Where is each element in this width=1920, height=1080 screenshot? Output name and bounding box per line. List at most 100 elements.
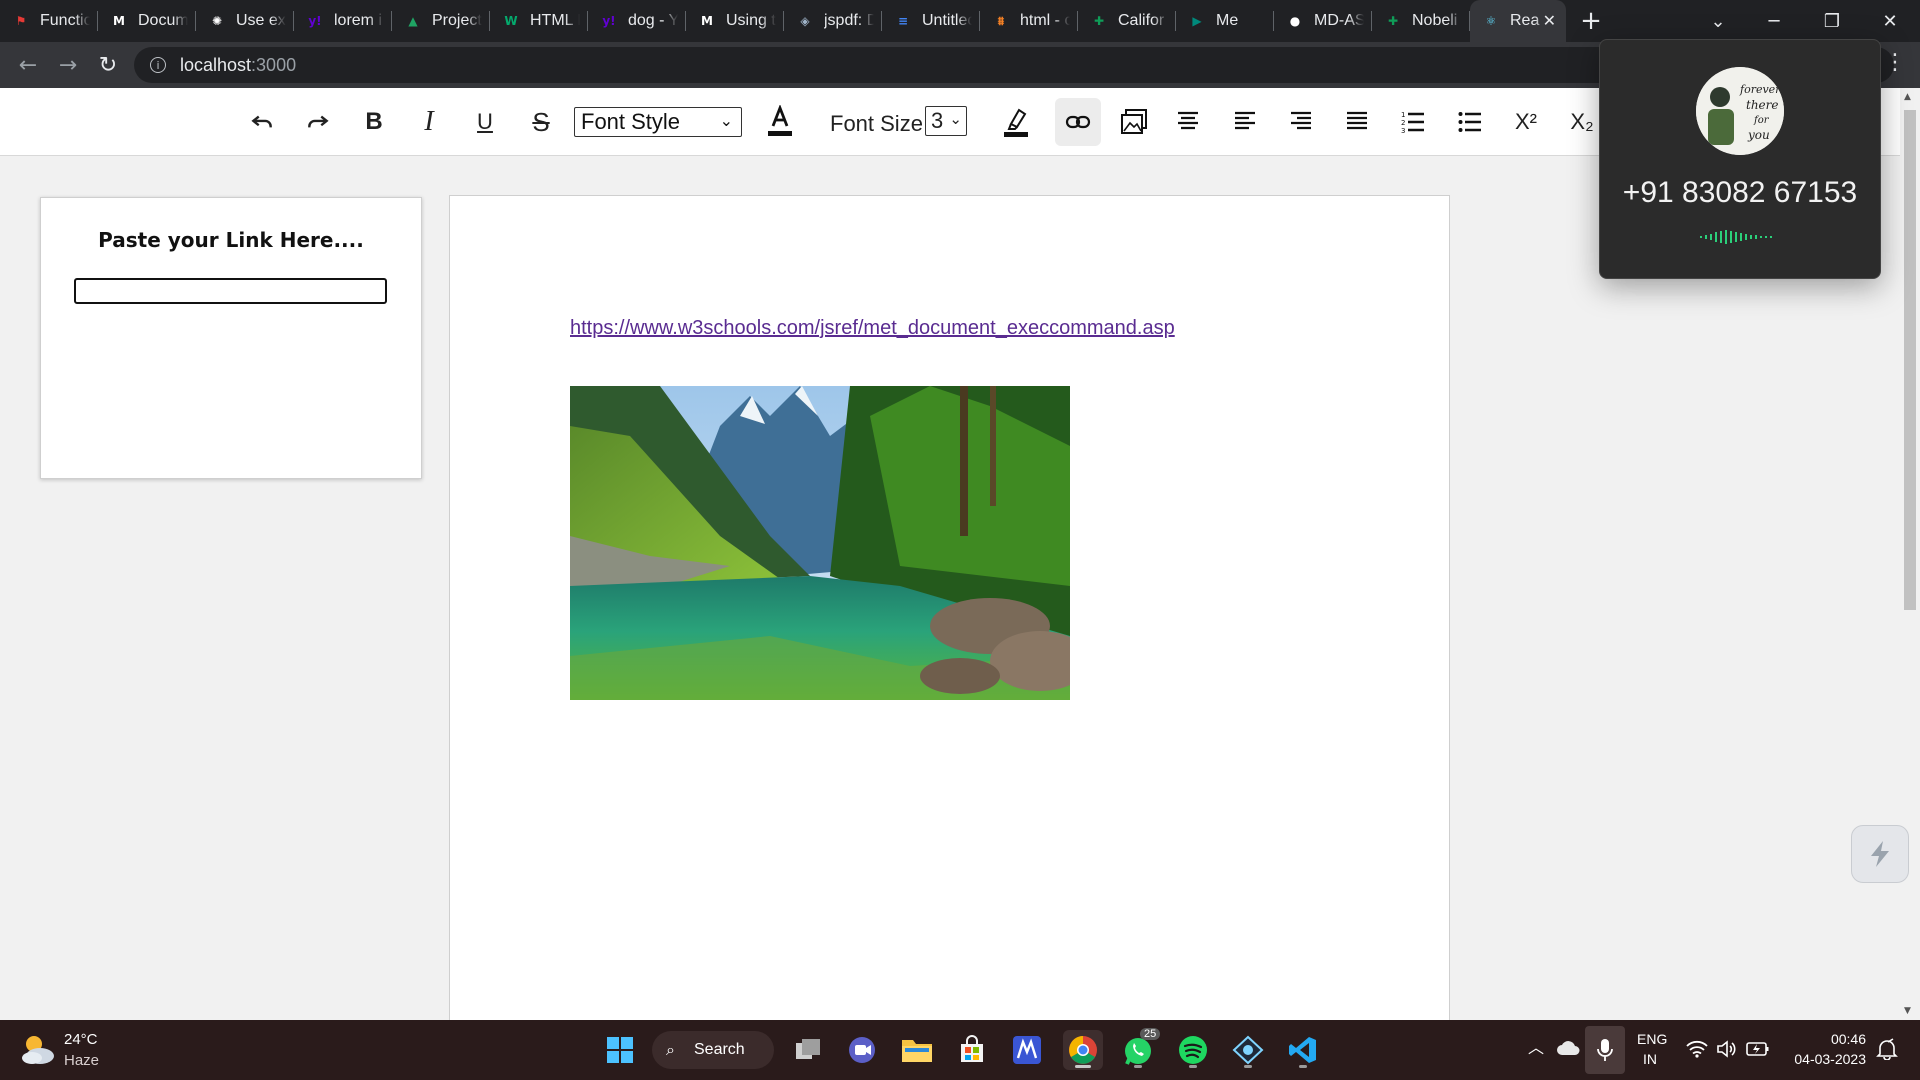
tab[interactable]: ▲ Project <box>392 0 490 42</box>
search-icon: ⌕ <box>666 1040 675 1059</box>
language-indicator[interactable]: ENG <box>1637 1031 1667 1047</box>
avatar-text-1: forever <box>1739 83 1781 96</box>
chevron-down-icon: ⌄ <box>719 111 733 130</box>
superscript-button[interactable]: X² <box>1510 98 1542 146</box>
tab[interactable]: ✺ Use exe <box>196 0 294 42</box>
align-center-button[interactable] <box>1172 98 1204 146</box>
tab-active[interactable]: ⚛ Rea ✕ <box>1470 0 1566 42</box>
tab[interactable]: ⚑ Functio <box>0 0 98 42</box>
yahoo-icon: y! <box>308 14 322 28</box>
close-tab-icon[interactable]: ✕ <box>1543 11 1556 30</box>
microphone-in-use-button[interactable] <box>1585 1026 1625 1074</box>
tab[interactable]: ✚ Nobeli <box>1372 0 1470 42</box>
spotify-button[interactable] <box>1173 1030 1213 1070</box>
browser-menu-icon[interactable]: ⋮ <box>1884 50 1906 75</box>
link-input[interactable] <box>74 278 387 304</box>
floating-action-button[interactable] <box>1851 825 1909 883</box>
tab-title: Project <box>432 12 482 29</box>
vscode-icon <box>1289 1037 1316 1063</box>
tab[interactable]: ⩩ html - c <box>980 0 1078 42</box>
eye-app-icon <box>1232 1035 1264 1065</box>
tab-title: Functio <box>40 12 90 29</box>
new-tab-plus-icon[interactable]: + <box>1566 0 1616 42</box>
task-view-icon <box>796 1039 820 1059</box>
unordered-list-button[interactable] <box>1454 98 1486 146</box>
clock-time[interactable]: 00:46 <box>1790 1031 1866 1047</box>
scroll-down-icon[interactable]: ▼ <box>1904 1006 1911 1016</box>
undo-button[interactable] <box>244 98 280 146</box>
tab-title: lorem i <box>334 12 383 29</box>
file-explorer-button[interactable] <box>897 1030 937 1070</box>
clock-date[interactable]: 04-03-2023 <box>1788 1051 1866 1067</box>
tab[interactable]: ✚ Califor <box>1078 0 1176 42</box>
show-hidden-icons-chevron-up-icon[interactable]: ︿ <box>1528 1034 1544 1058</box>
call-overlay[interactable]: forever there for you +91 83082 67153 <box>1599 39 1881 279</box>
microsoft-store-button[interactable] <box>952 1030 992 1070</box>
forward-arrow-icon[interactable]: → <box>48 45 88 85</box>
tab-search-chevron-icon[interactable]: ⌄ <box>1690 0 1746 42</box>
subscript-button[interactable]: X₂ <box>1566 98 1598 146</box>
tab[interactable]: ◈ jspdf: D <box>784 0 882 42</box>
tab[interactable]: M Docum <box>98 0 196 42</box>
font-size-select[interactable]: 3 ⌄ <box>925 106 967 136</box>
task-view-button[interactable] <box>788 1030 828 1070</box>
shield-icon: ◈ <box>800 14 810 28</box>
redo-icon <box>308 115 329 128</box>
chrome-button[interactable] <box>1063 1030 1103 1070</box>
tab-title: Untitlec <box>922 12 972 29</box>
align-right-button[interactable] <box>1285 98 1317 146</box>
tab[interactable]: y! dog - Y <box>588 0 686 42</box>
volume-icon[interactable] <box>1716 1040 1738 1058</box>
svg-text:2: 2 <box>1401 119 1405 127</box>
tab[interactable]: ≡ Untitlec <box>882 0 980 42</box>
onedrive-cloud-icon[interactable] <box>1556 1040 1580 1056</box>
teams-chat-button[interactable] <box>842 1030 882 1070</box>
justify-button[interactable] <box>1341 98 1373 146</box>
highlight-button[interactable] <box>1000 98 1032 146</box>
weather-icon[interactable] <box>18 1032 56 1066</box>
document-link[interactable]: https://www.w3schools.com/jsref/met_docu… <box>570 317 1175 340</box>
tab[interactable]: ● MD-AS <box>1274 0 1372 42</box>
editor-document[interactable]: https://www.w3schools.com/jsref/met_docu… <box>449 195 1450 1035</box>
svg-text:3: 3 <box>1401 127 1405 134</box>
ordered-list-button[interactable]: 123 <box>1397 98 1429 146</box>
reload-icon[interactable]: ↻ <box>88 45 128 85</box>
google-docs-icon: ≡ <box>897 14 909 28</box>
redo-button[interactable] <box>300 98 336 146</box>
medium-icon: M <box>701 14 713 28</box>
notification-bell-icon[interactable] <box>1876 1038 1898 1060</box>
battery-charging-icon[interactable] <box>1746 1041 1770 1057</box>
running-indicator <box>1189 1065 1197 1068</box>
align-left-button[interactable] <box>1229 98 1261 146</box>
avatar-text-3: for <box>1753 115 1770 126</box>
site-info-icon[interactable]: i <box>150 57 166 73</box>
strikethrough-button[interactable]: S <box>523 98 559 146</box>
tab[interactable]: y! lorem i <box>294 0 392 42</box>
whatsapp-button[interactable]: 25 <box>1118 1028 1161 1070</box>
font-style-value: Font Style <box>581 109 681 134</box>
tab[interactable]: ▶ Me <box>1176 0 1274 42</box>
app-launcher-button[interactable] <box>1007 1030 1047 1070</box>
wifi-icon[interactable] <box>1686 1040 1708 1058</box>
minimize-icon[interactable]: ─ <box>1746 0 1802 42</box>
font-style-select[interactable]: Font Style ⌄ <box>574 107 742 137</box>
tab[interactable]: M Using tl <box>686 0 784 42</box>
close-window-icon[interactable]: ✕ <box>1862 0 1918 42</box>
vscode-button[interactable] <box>1283 1030 1323 1070</box>
align-right-icon <box>1291 111 1311 130</box>
back-arrow-icon[interactable]: ← <box>8 45 48 85</box>
start-button[interactable] <box>600 1030 640 1070</box>
text-color-button[interactable] <box>762 98 798 146</box>
tab[interactable]: W HTML D <box>490 0 588 42</box>
restore-icon[interactable]: ❐ <box>1804 0 1860 42</box>
taskbar-search[interactable]: ⌕ Search <box>652 1031 774 1069</box>
running-indicator <box>1134 1065 1142 1068</box>
insert-image-button[interactable] <box>1118 98 1150 146</box>
create-link-button[interactable] <box>1055 98 1101 146</box>
scroll-up-icon[interactable]: ▲ <box>1904 92 1911 102</box>
bold-button[interactable]: B <box>356 98 392 146</box>
scrollbar-thumb[interactable] <box>1904 110 1916 610</box>
italic-button[interactable]: I <box>411 98 447 146</box>
dev-app-button[interactable] <box>1228 1030 1268 1070</box>
underline-button[interactable]: U <box>467 98 503 146</box>
